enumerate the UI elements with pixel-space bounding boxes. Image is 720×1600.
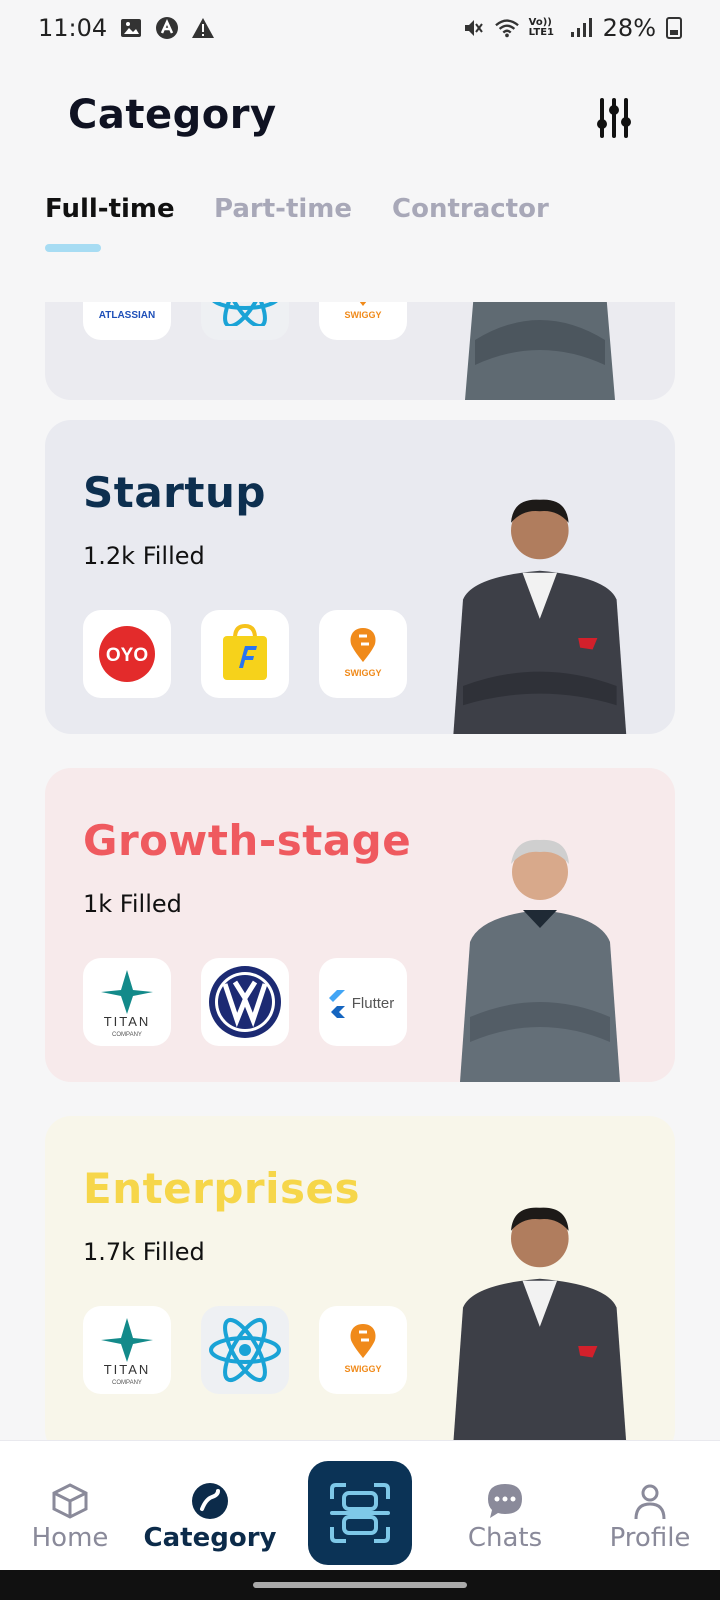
profile-icon	[634, 1484, 666, 1520]
category-card-growth-stage[interactable]: Growth-stage 1k Filled TITAN COMPANY Flu	[45, 768, 675, 1082]
a-notification-icon	[155, 16, 179, 40]
swiggy-logo: SWIGGY	[319, 610, 407, 698]
titan-logo: TITAN COMPANY	[83, 958, 171, 1046]
person-image	[460, 839, 620, 1082]
filter-button[interactable]	[594, 96, 634, 140]
tab-bar: Full-time Part-time Contractor	[0, 186, 720, 256]
scan-button[interactable]	[308, 1461, 412, 1565]
titan-text: TITAN	[104, 1014, 151, 1029]
swiggy-logo: SWIGGY	[319, 302, 407, 340]
swiggy-text: SWIGGY	[344, 668, 381, 678]
tab-full-time[interactable]: Full-time	[45, 194, 175, 224]
person-image	[465, 302, 615, 400]
card-count: 1.2k Filled	[83, 542, 205, 570]
category-card-startup[interactable]: Startup 1.2k Filled OYO SWIGGY	[45, 420, 675, 734]
nav-category[interactable]: Category	[140, 1441, 280, 1571]
nav-category-label: Category	[143, 1523, 277, 1553]
image-notification-icon	[119, 16, 143, 40]
battery-icon	[666, 17, 682, 39]
signal-icon	[569, 16, 593, 40]
oyo-logo: OYO	[83, 610, 171, 698]
status-bar: 11:04 Vo)) LTE1 28%	[0, 0, 720, 56]
flipkart-logo	[201, 610, 289, 698]
category-card-partial[interactable]: ATLASSIAN SWIGGY	[45, 302, 675, 400]
system-gesture-area	[0, 1570, 720, 1600]
nav-profile-label: Profile	[609, 1523, 691, 1553]
titan-subtext: COMPANY	[112, 1032, 142, 1038]
gesture-handle[interactable]	[253, 1582, 467, 1588]
titan-logo: TITAN COMPANY	[83, 1306, 171, 1394]
card-title: Growth-stage	[83, 816, 412, 865]
category-card-enterprises[interactable]: Enterprises 1.7k Filled TITAN COMPANY SW…	[45, 1116, 675, 1440]
tab-contractor[interactable]: Contractor	[392, 194, 549, 224]
warning-icon	[191, 16, 215, 40]
network-label: Vo)) LTE1	[528, 17, 554, 38]
flutter-logo: Flutter	[319, 958, 407, 1046]
card-count: 1.7k Filled	[83, 1238, 205, 1266]
tab-indicator	[45, 244, 101, 252]
react-logo	[201, 302, 289, 340]
scan-icon	[330, 1483, 390, 1543]
oyo-text: OYO	[106, 645, 148, 666]
nav-chats[interactable]: Chats	[435, 1441, 575, 1571]
atlassian-text: ATLASSIAN	[99, 310, 155, 321]
react-logo	[201, 1306, 289, 1394]
swiggy-text: SWIGGY	[344, 1364, 381, 1374]
card-count: 1k Filled	[83, 890, 182, 918]
category-list[interactable]: ATLASSIAN SWIGGY Startup 1.2k Filled OYO…	[0, 302, 720, 1440]
nav-profile[interactable]: Profile	[580, 1441, 720, 1571]
swiggy-logo: SWIGGY	[319, 1306, 407, 1394]
page-title: Category	[68, 92, 277, 138]
person-image	[453, 1207, 627, 1440]
wifi-icon	[494, 16, 519, 40]
flutter-text: Flutter	[352, 995, 395, 1012]
mute-icon	[461, 16, 485, 40]
category-icon	[192, 1483, 228, 1519]
nav-chats-label: Chats	[467, 1523, 543, 1553]
header: Category	[0, 80, 720, 160]
swiggy-text: SWIGGY	[344, 310, 381, 320]
tab-part-time[interactable]: Part-time	[214, 194, 352, 224]
chat-icon	[488, 1484, 522, 1518]
card-title: Enterprises	[83, 1164, 361, 1213]
titan-subtext: COMPANY	[112, 1380, 142, 1386]
status-time: 11:04	[38, 14, 108, 42]
nav-home-label: Home	[31, 1523, 109, 1553]
sliders-icon	[597, 98, 631, 138]
card-title: Startup	[83, 468, 266, 517]
titan-text: TITAN	[104, 1362, 151, 1377]
cube-icon	[52, 1483, 88, 1519]
atlassian-logo: ATLASSIAN	[83, 302, 171, 340]
battery-percent: 28%	[602, 14, 656, 42]
volkswagen-logo	[201, 958, 289, 1046]
nav-home[interactable]: Home	[0, 1441, 140, 1571]
bottom-navigation: Home Category Chats Profile	[0, 1440, 720, 1570]
person-image	[453, 499, 627, 734]
